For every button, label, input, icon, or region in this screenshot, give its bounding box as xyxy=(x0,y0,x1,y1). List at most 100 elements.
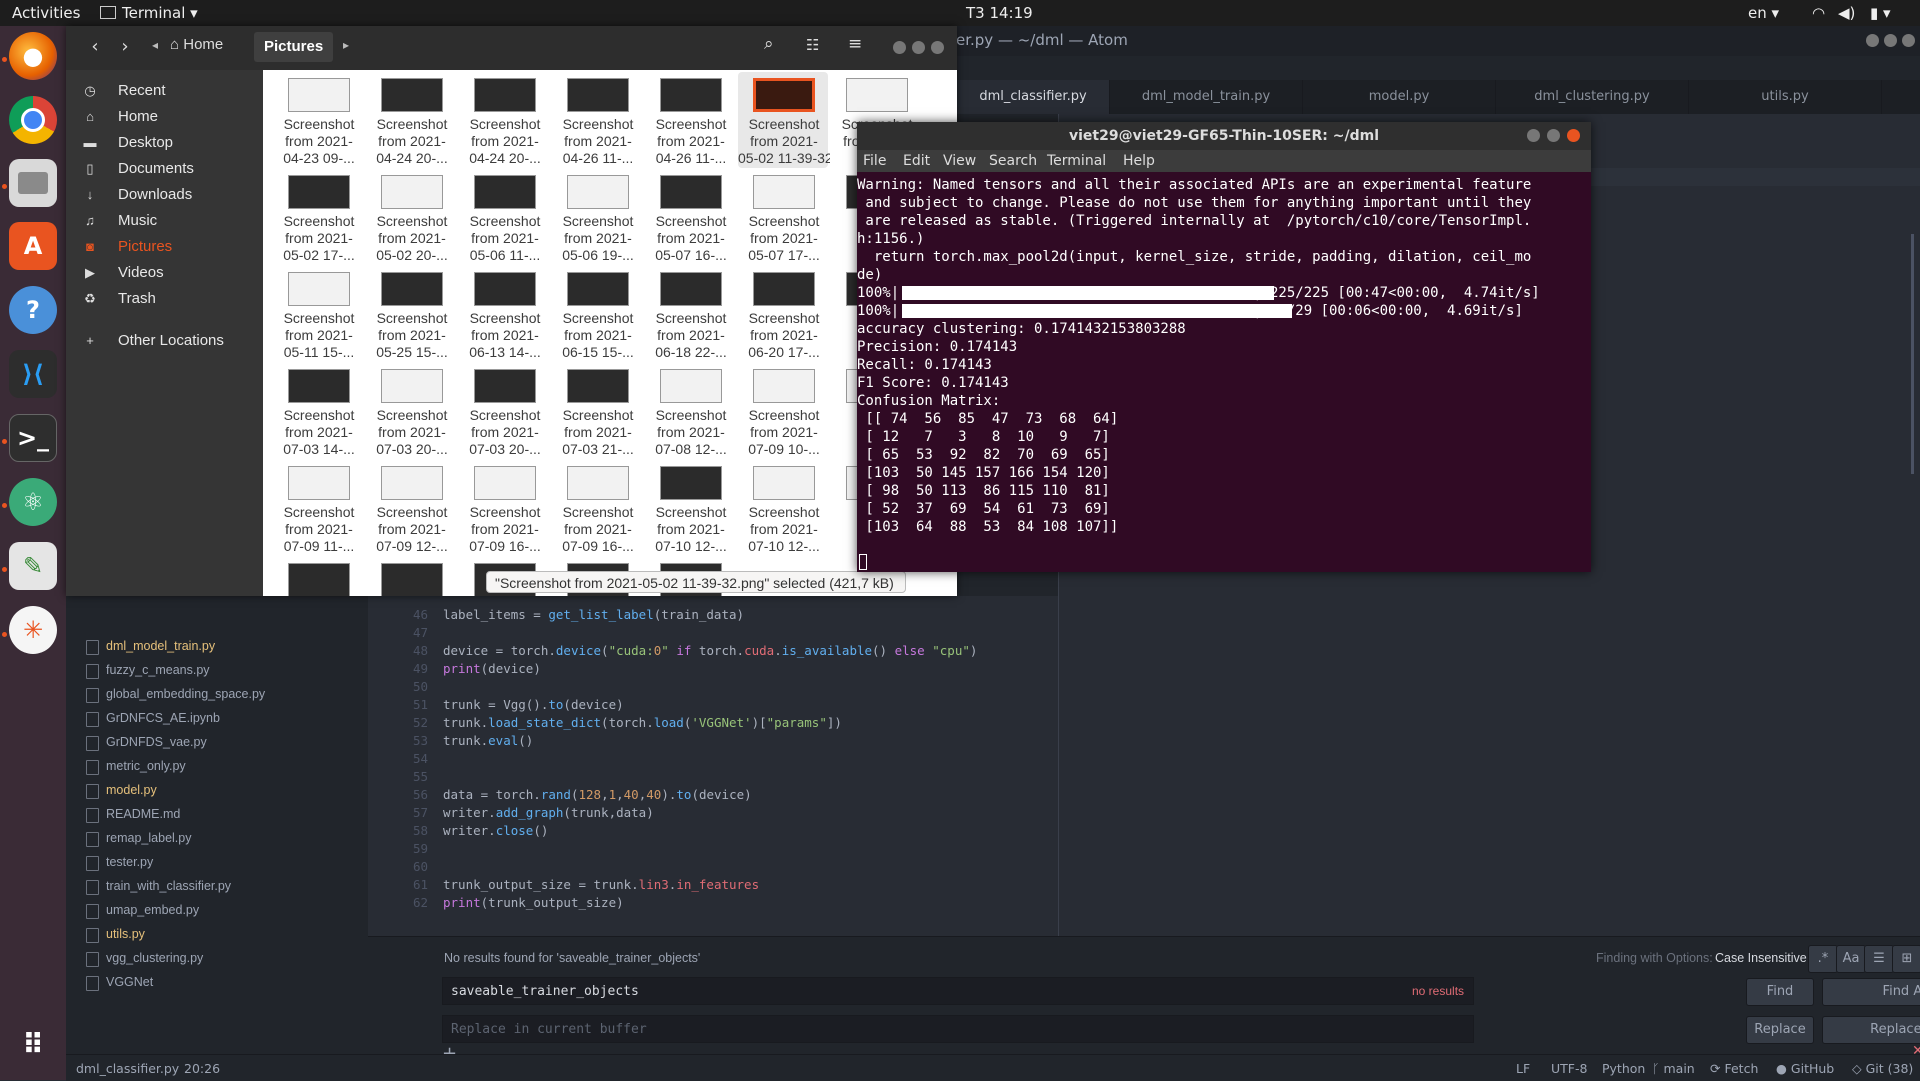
file-item[interactable]: Screenshot from 2021- 07-09 11-... xyxy=(273,460,363,556)
file-item[interactable] xyxy=(366,557,456,596)
atom-minimize-button[interactable] xyxy=(1866,34,1879,47)
sidebar-item-documents[interactable]: ▯ Documents xyxy=(66,156,263,182)
terminal-icon[interactable]: >_ xyxy=(9,414,57,462)
atom-maximize-button[interactable] xyxy=(1884,34,1897,47)
files-icon[interactable] xyxy=(9,159,57,207)
view-toggle-icon[interactable]: ☷ xyxy=(806,36,819,54)
tree-item[interactable]: metric_only.py xyxy=(106,759,186,773)
sidebar-item-pictures[interactable]: ◙ Pictures xyxy=(66,234,263,260)
terminal-menu-terminal[interactable]: Terminal xyxy=(1047,153,1106,169)
show-applications-icon[interactable]: ⠿ xyxy=(9,1020,57,1068)
file-item[interactable]: Screenshot from 2021- 06-15 15-... xyxy=(552,266,642,362)
find-input[interactable]: saveable_trainer_objects xyxy=(442,977,1474,1005)
tree-item[interactable]: tester.py xyxy=(106,855,153,869)
file-item[interactable]: Screenshot from 2021- 05-25 15-... xyxy=(366,266,456,362)
search-icon[interactable]: ⌕ xyxy=(764,34,774,54)
code-line[interactable]: 60 xyxy=(368,858,1058,876)
case-sensitive-toggle[interactable]: Aa xyxy=(1836,945,1866,973)
terminal-titlebar[interactable]: viet29@viet29-GF65-Thin-10SER: ~/dml xyxy=(857,122,1591,150)
files-close-button[interactable] xyxy=(931,41,944,54)
tree-item[interactable]: GrDNFCS_AE.ipynb xyxy=(106,711,220,725)
tree-item[interactable]: README.md xyxy=(106,807,180,821)
battery-icon[interactable]: ▮ ▾ xyxy=(1870,4,1891,22)
activities-button[interactable]: Activities xyxy=(12,4,80,22)
code-line[interactable]: 53 trunk.eval() xyxy=(368,732,1058,750)
code-editor[interactable]: 46 label_items = get_list_label(train_dat… xyxy=(368,596,1058,936)
tree-item[interactable]: dml_model_train.py xyxy=(106,639,215,653)
atom-icon[interactable]: ⚛ xyxy=(9,478,57,526)
tab-dml-classifier[interactable]: dml_classifier.py xyxy=(957,80,1110,114)
file-item[interactable]: Screenshot from 2021- 07-03 14-... xyxy=(273,363,363,459)
code-line[interactable]: 49 print(device) xyxy=(368,660,1058,678)
menu-icon[interactable]: ≡ xyxy=(848,34,862,54)
app-menu[interactable]: Terminal ▾ xyxy=(100,4,198,22)
scrollbar[interactable] xyxy=(1911,234,1914,474)
status-github[interactable]: ● GitHub xyxy=(1776,1061,1834,1076)
sidebar-item-downloads[interactable]: ↓ Downloads xyxy=(66,182,263,208)
tree-item[interactable]: VGGNet xyxy=(106,975,153,989)
tree-item[interactable]: remap_label.py xyxy=(106,831,191,845)
clock[interactable]: T3 14:19 xyxy=(966,4,1033,22)
sidebar-item-other-locations[interactable]: + Other Locations xyxy=(66,328,263,354)
tree-item[interactable]: train_with_classifier.py xyxy=(106,879,231,893)
back-icon[interactable]: ‹ xyxy=(82,34,108,60)
image-viewer-icon[interactable]: ✎ xyxy=(9,542,57,590)
terminal-menu-file[interactable]: File xyxy=(863,153,886,169)
breadcrumb-current[interactable]: Pictures xyxy=(254,32,334,62)
sidebar-item-trash[interactable]: ♻ Trash xyxy=(66,286,263,312)
file-item[interactable]: Screenshot from 2021- 05-07 17-... xyxy=(738,169,828,265)
status-git[interactable]: ◇ Git (38) xyxy=(1852,1061,1913,1076)
code-line[interactable]: 59 xyxy=(368,840,1058,858)
path-left-icon[interactable]: ◂ xyxy=(152,38,158,52)
terminal-menu-view[interactable]: View xyxy=(943,153,976,169)
tree-item[interactable]: utils.py xyxy=(106,927,145,941)
file-item[interactable]: Screenshot from 2021- 04-26 11-... xyxy=(552,72,642,168)
sidebar-item-home[interactable]: ⌂ Home xyxy=(66,104,263,130)
tab-model[interactable]: model.py xyxy=(1303,80,1496,114)
tree-item[interactable]: fuzzy_c_means.py xyxy=(106,663,210,677)
regex-toggle[interactable]: .* xyxy=(1808,945,1838,973)
code-line[interactable]: 50 xyxy=(368,678,1058,696)
in-selection-toggle[interactable]: ☰ xyxy=(1864,945,1894,973)
path-right-icon[interactable]: ▸ xyxy=(343,38,349,52)
file-item[interactable]: Screenshot from 2021- 05-02 17-... xyxy=(273,169,363,265)
tab-dml-model-train[interactable]: dml_model_train.py xyxy=(1110,80,1303,114)
vscode-icon[interactable]: ⟩⟨ xyxy=(9,350,57,398)
code-line[interactable]: 54 xyxy=(368,750,1058,768)
file-item[interactable]: Screenshot from 2021- 05-11 15-... xyxy=(273,266,363,362)
code-line[interactable]: 55 xyxy=(368,768,1058,786)
file-item[interactable]: Screenshot from 2021- 05-02 20-... xyxy=(366,169,456,265)
file-item[interactable]: Screenshot from 2021- 07-03 21-... xyxy=(552,363,642,459)
files-minimize-button[interactable] xyxy=(893,41,906,54)
code-line[interactable]: 48 device = torch.device("cuda:0" if torc… xyxy=(368,642,1058,660)
file-item[interactable]: Screenshot from 2021- 07-09 12-... xyxy=(366,460,456,556)
file-item[interactable] xyxy=(273,557,363,596)
tab-dml-clustering[interactable]: dml_clustering.py xyxy=(1496,80,1689,114)
file-item[interactable]: Screenshot from 2021- 04-23 09-... xyxy=(273,72,363,168)
sidebar-item-recent[interactable]: ◷ Recent xyxy=(66,78,263,104)
replace-input[interactable]: Replace in current buffer xyxy=(442,1015,1474,1043)
find-button[interactable]: Find xyxy=(1746,978,1814,1006)
code-line[interactable]: 62 print(trunk_output_size) xyxy=(368,894,1058,912)
status-eol[interactable]: LF xyxy=(1516,1061,1530,1076)
file-item[interactable]: Screenshot from 2021- 07-09 16-... xyxy=(459,460,549,556)
sidebar-item-desktop[interactable]: ▬ Desktop xyxy=(66,130,263,156)
code-line[interactable]: 57 writer.add_graph(trunk,data) xyxy=(368,804,1058,822)
replace-button[interactable]: Replace xyxy=(1746,1016,1814,1044)
language-indicator[interactable]: en ▾ xyxy=(1748,4,1779,22)
status-fetch[interactable]: ⟳ Fetch xyxy=(1710,1061,1758,1076)
file-item[interactable]: Screenshot from 2021- 05-06 19-... xyxy=(552,169,642,265)
file-item[interactable]: Screenshot from 2021- 06-18 22-... xyxy=(645,266,735,362)
code-line[interactable]: 51 trunk = Vgg().to(device) xyxy=(368,696,1058,714)
software-center-icon[interactable]: A xyxy=(9,222,57,270)
tree-item[interactable]: umap_embed.py xyxy=(106,903,199,917)
help-icon[interactable]: ? xyxy=(9,286,57,334)
code-line[interactable]: 46 label_items = get_list_label(train_dat… xyxy=(368,606,1058,624)
file-item[interactable]: Screenshot from 2021- 07-08 12-... xyxy=(645,363,735,459)
status-cursor[interactable]: 20:26 xyxy=(184,1061,220,1076)
breadcrumb-home[interactable]: ⌂ Home xyxy=(170,36,223,53)
tree-item[interactable]: model.py xyxy=(106,783,157,797)
file-item[interactable]: Screenshot from 2021- 05-06 11-... xyxy=(459,169,549,265)
code-line[interactable]: 47 xyxy=(368,624,1058,642)
whole-word-toggle[interactable]: ⊞ xyxy=(1892,945,1920,973)
